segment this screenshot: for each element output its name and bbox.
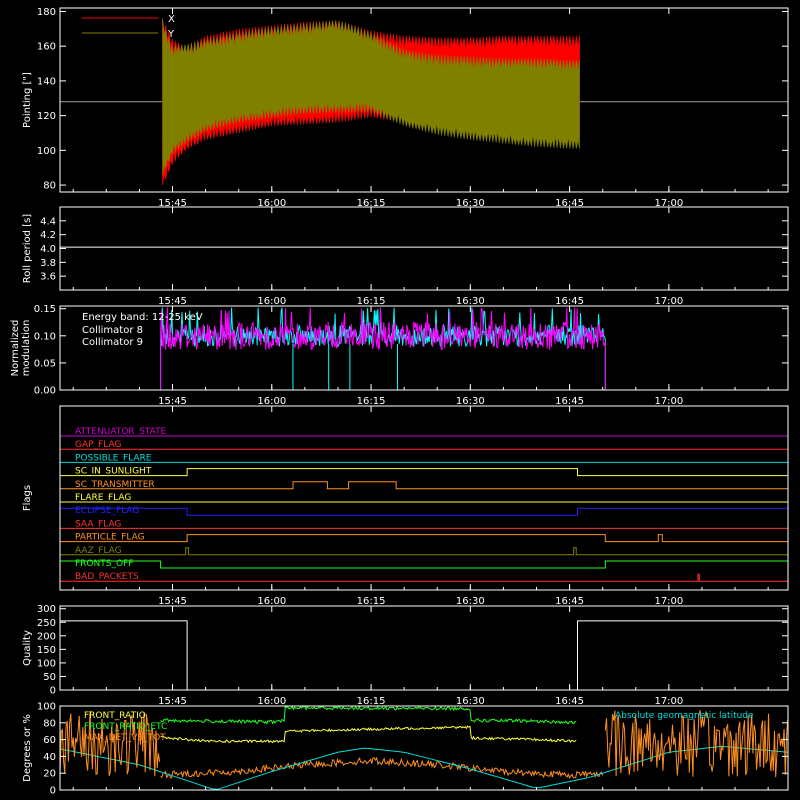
modulation-xtick-label: 16:00 <box>257 396 286 407</box>
modulation-ylabel: Normalizedmodulation <box>10 320 32 377</box>
flags-xtick-label: 17:00 <box>654 596 683 607</box>
quality-series-line <box>60 620 788 691</box>
geomag-series-front-ratio-etc <box>160 704 577 725</box>
geomag-legend-label: FRONT_RATIO_ETC <box>84 722 167 732</box>
geomag-series-front-ratio <box>160 725 577 744</box>
modulation-ytick-label: 0.00 <box>34 386 56 397</box>
pointing-ytick-label: 120 <box>37 111 56 122</box>
pointing-ytick-label: 160 <box>37 42 56 53</box>
quality-xtick-label: 17:00 <box>654 696 683 707</box>
geomag-ytick-label: 100 <box>37 702 56 713</box>
flags-frame <box>59 405 789 591</box>
geomag-legend-label: FRONT_RATIO <box>84 711 146 721</box>
roll-ylabel: Roll period [s] <box>22 214 33 283</box>
roll-ytick-label: 4.4 <box>40 216 56 227</box>
quality-xtick-label: 16:00 <box>257 696 286 707</box>
flag-line-sc-in-sunlight <box>60 468 788 477</box>
modulation-xtick-label: 17:00 <box>654 396 683 407</box>
pointing-ytick-label: 180 <box>37 7 56 18</box>
roll-xtick-label: 16:30 <box>456 296 485 307</box>
flag-line-eclipse-flag <box>60 507 788 516</box>
quality-ytick-label: 200 <box>37 631 56 642</box>
flags-xtick-label: 15:45 <box>158 596 187 607</box>
flag-line-fronts-off <box>60 560 788 569</box>
flag-line-bad-packets <box>60 573 788 582</box>
flag-line-sc-transmitter <box>60 481 788 490</box>
modulation-ytick-label: 0.10 <box>34 331 56 342</box>
modulation-legend-label: Collimator 9 <box>82 337 143 348</box>
modulation-ytick-label: 0.05 <box>34 358 56 369</box>
quality-xtick-label: 15:45 <box>158 696 187 707</box>
modulation-ytick-label: 0.15 <box>34 304 56 315</box>
flags-ylabel: Flags <box>22 485 33 511</box>
roll-ytick-label: 4.2 <box>40 230 56 241</box>
pointing-ytick-label: 100 <box>37 146 56 157</box>
modulation-xtick-label: 16:45 <box>555 396 584 407</box>
flag-line-particle-flag <box>60 534 788 543</box>
quality-xtick-label: 16:15 <box>357 696 386 707</box>
quality-frame <box>59 605 789 691</box>
quality-ytick-label: 0 <box>50 686 56 697</box>
quality-xtick-label: 16:45 <box>555 696 584 707</box>
roll-xtick-label: 16:45 <box>555 296 584 307</box>
flags-xtick-label: 16:30 <box>456 596 485 607</box>
geomag-ytick-label: 40 <box>43 752 56 763</box>
quality-ytick-label: 150 <box>37 645 56 656</box>
roll-ytick-label: 4.0 <box>40 244 56 255</box>
modulation-xtick-label: 16:15 <box>357 396 386 407</box>
geomag-ytick-label: 20 <box>43 769 56 780</box>
flags-xtick-label: 16:15 <box>357 596 386 607</box>
pointing-ylabel: Pointing ["] <box>22 72 33 128</box>
modulation-xtick-label: 16:30 <box>456 396 485 407</box>
geomag-ytick-label: 60 <box>43 735 56 746</box>
figure: XY 15:45 16:00 16:15 16:30 16:45 17:00 80 100 120… <box>10 7 789 797</box>
roll-xtick-label: 16:15 <box>357 296 386 307</box>
geomag-ytick-label: 0 <box>50 786 56 797</box>
modulation-xtick-label: 15:45 <box>158 396 187 407</box>
roll-xtick-label: 17:00 <box>654 296 683 307</box>
pointing-legend-label: X <box>168 14 175 25</box>
flags-xtick-label: 16:45 <box>555 596 584 607</box>
modulation-legend-label: Collimator 8 <box>82 325 143 336</box>
roll-frame <box>59 206 789 291</box>
quality-xtick-label: 16:30 <box>456 696 485 707</box>
geomag-series-max-det-vs-tot <box>160 756 604 779</box>
quality-ytick-label: 300 <box>37 604 56 615</box>
pointing-ytick-label: 80 <box>43 181 56 192</box>
geomag-label-right: Absolute geomagnetic latitude <box>615 711 754 721</box>
flags-xtick-label: 16:00 <box>257 596 286 607</box>
geomag-legend-label: MAX_DET_VS_TOT <box>84 733 166 743</box>
modulation-annotation: Energy band: 12-25 keV <box>82 312 203 323</box>
geomag-ytick-label: 80 <box>43 718 56 729</box>
flag-line-aaz-flag <box>60 547 788 556</box>
roll-xtick-label: 15:45 <box>158 296 187 307</box>
roll-xtick-label: 16:00 <box>257 296 286 307</box>
modulation-series-Collimator-9 <box>160 307 606 390</box>
roll-ytick-label: 3.8 <box>40 258 56 269</box>
pointing-legend-label: Y <box>167 29 175 40</box>
quality-ytick-label: 50 <box>43 672 56 683</box>
pointing-ytick-label: 140 <box>37 76 56 87</box>
quality-ytick-label: 100 <box>37 658 56 669</box>
quality-ylabel: Quality <box>22 630 33 666</box>
geomag-ylabel: Degrees or % <box>22 714 33 782</box>
quality-ytick-label: 250 <box>37 618 56 629</box>
roll-ytick-label: 3.6 <box>40 272 56 283</box>
